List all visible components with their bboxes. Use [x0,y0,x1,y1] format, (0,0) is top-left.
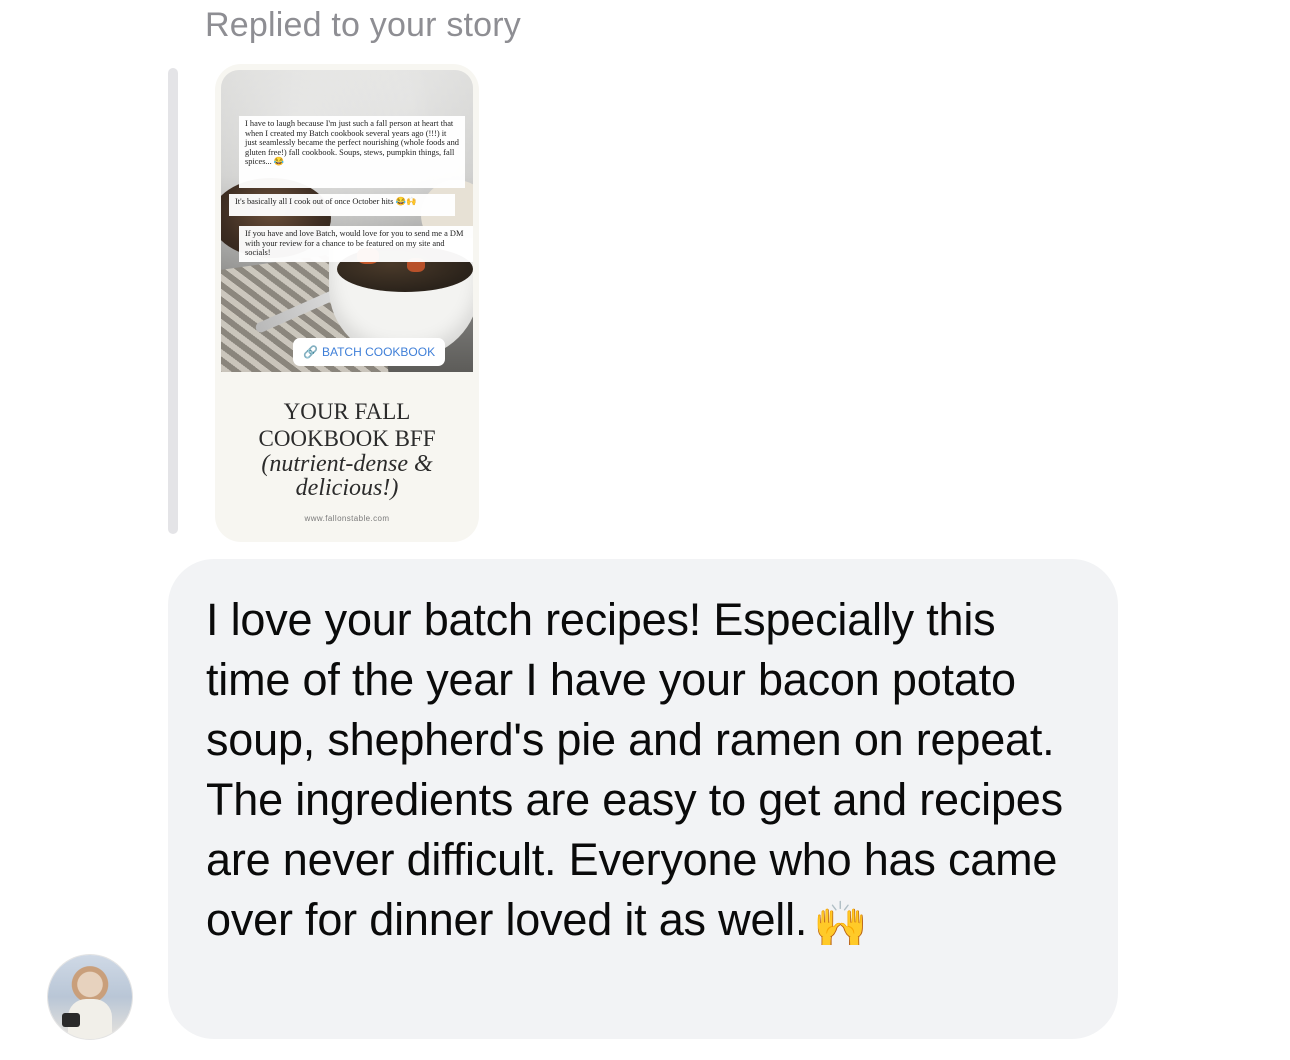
message-body: I love your batch recipes! Especially th… [206,594,1063,945]
story-subtitle: (nutrient-dense & delicious!) [261,451,433,501]
raising-hands-emoji-icon: 🙌 [813,900,868,949]
story-photo: I have to laugh because I'm just such a … [221,70,473,372]
reply-quote-bar [168,68,178,534]
story-preview-card[interactable]: I have to laugh because I'm just such a … [215,64,479,542]
story-title-line: COOKBOOK BFF [258,426,436,451]
link-sticker-label: BATCH COOKBOOK [321,345,436,359]
story-text-box: I have to laugh because I'm just such a … [239,116,465,188]
replied-to-story-label: Replied to your story [205,6,522,44]
link-icon: 🔗 [303,345,318,359]
story-title-line: YOUR FALL [283,399,411,424]
link-sticker[interactable]: 🔗 BATCH COOKBOOK [293,338,446,366]
story-url: www.fallonstable.com [304,514,390,523]
camera-icon [62,1013,80,1027]
message-text: I love your batch recipes! Especially th… [206,590,1086,955]
story-title: YOUR FALL COOKBOOK BFF (nutrient-dense &… [215,398,479,500]
story-text-box: If you have and love Batch, would love f… [239,226,473,262]
story-text-box: It's basically all I cook out of once Oc… [229,194,455,216]
sender-avatar[interactable] [48,955,132,1039]
